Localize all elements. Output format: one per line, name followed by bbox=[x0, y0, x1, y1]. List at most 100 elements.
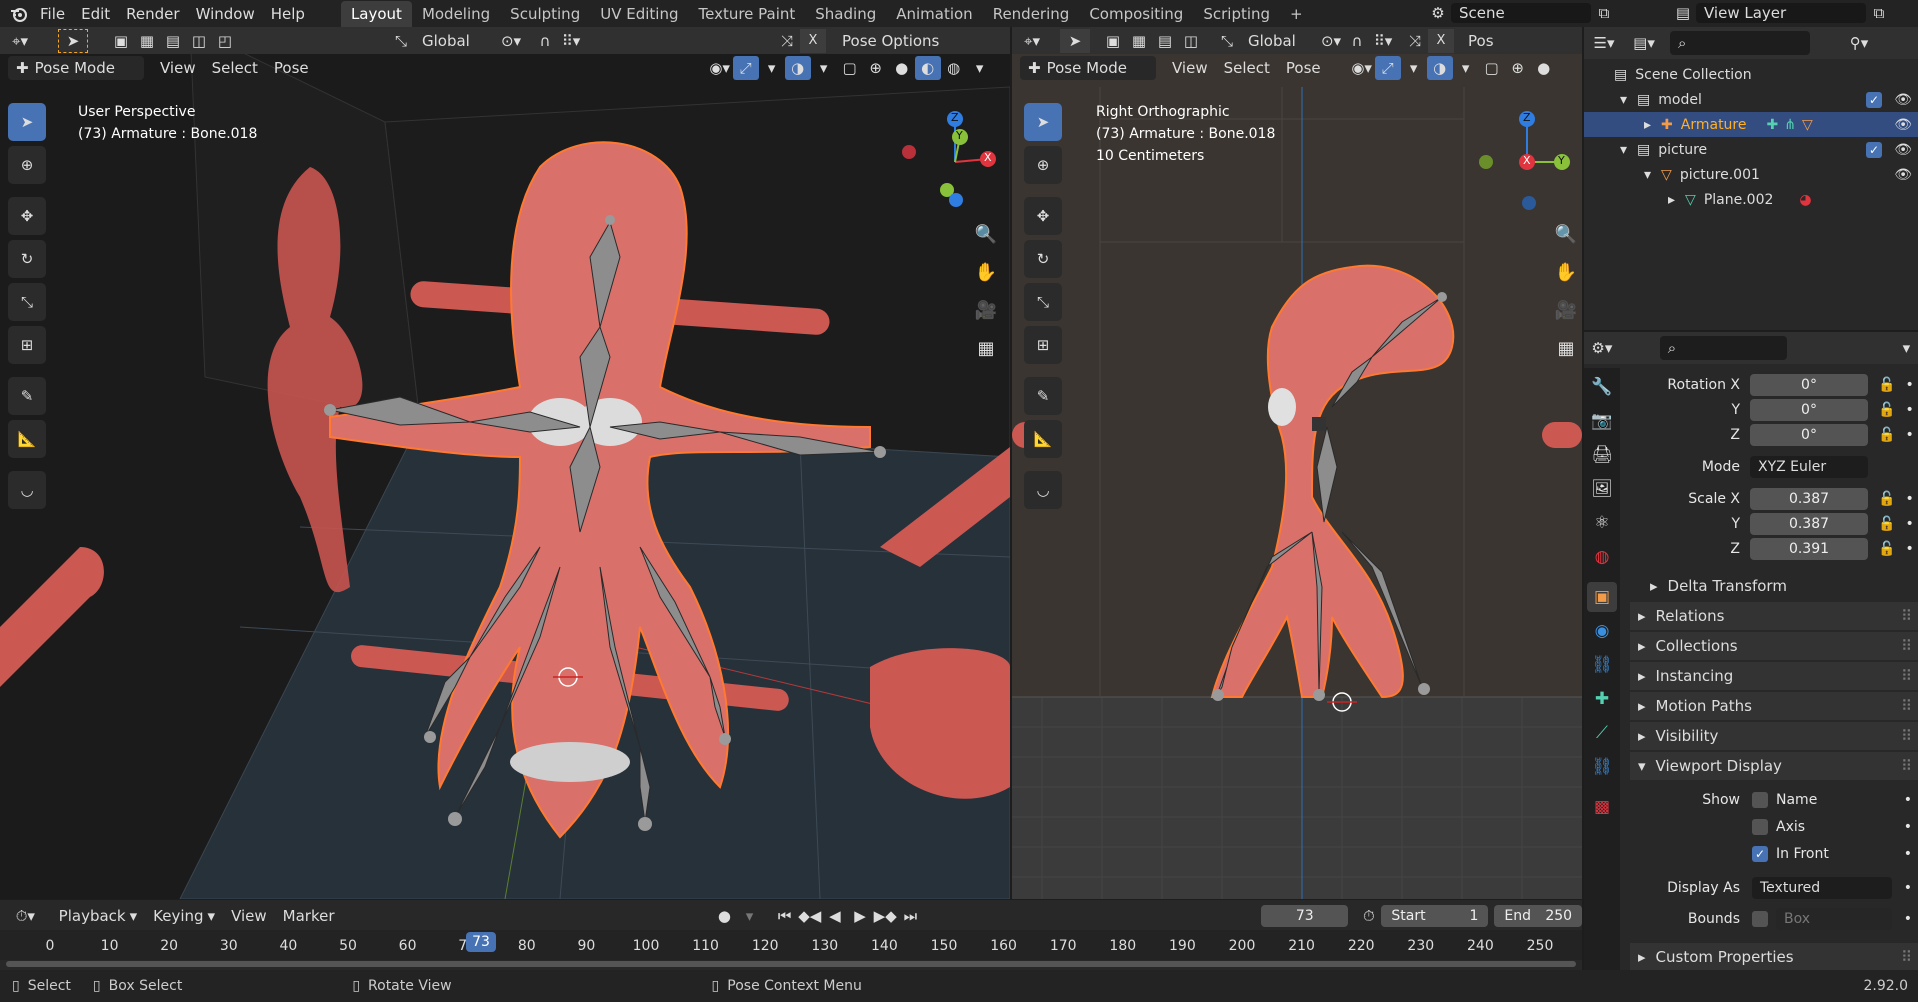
outliner-row-model[interactable]: ▾ ▤ model ✓ 👁 bbox=[1584, 87, 1918, 112]
lock-icon[interactable]: 🔓 bbox=[1878, 402, 1895, 418]
drag-handle-icon[interactable]: ⠿ bbox=[1901, 948, 1912, 966]
xray-icon[interactable]: ▢ bbox=[1479, 56, 1505, 80]
keyframe-dot-icon[interactable]: • bbox=[1904, 911, 1912, 927]
drag-handle-icon[interactable]: ⠿ bbox=[1901, 637, 1912, 655]
solid-shading-icon[interactable]: ● bbox=[889, 56, 915, 80]
wireframe-shading-icon[interactable]: ⊕ bbox=[863, 56, 889, 80]
prev-keyframe-icon[interactable]: ◆◀ bbox=[797, 904, 822, 928]
annotate-tool-icon[interactable]: ✎ bbox=[1024, 377, 1062, 415]
keyframe-dot-icon[interactable]: • bbox=[1904, 880, 1912, 896]
eye-icon[interactable]: 👁 bbox=[1894, 142, 1912, 158]
snap-target-icon[interactable]: ⠿▾ bbox=[1370, 29, 1396, 53]
output-tab-icon[interactable]: 🖨 bbox=[1587, 440, 1617, 470]
annotate-tool-icon[interactable]: ✎ bbox=[8, 377, 46, 415]
chevron-right-icon[interactable]: ▸ bbox=[1644, 117, 1651, 133]
pose-data-icon[interactable]: ✚ bbox=[1767, 117, 1779, 133]
exclude-checkbox[interactable]: ✓ bbox=[1866, 91, 1882, 108]
playhead[interactable]: 73 bbox=[466, 932, 496, 952]
pivot-point-icon[interactable]: ⊙▾ bbox=[498, 29, 524, 53]
snap-target-icon[interactable]: ⠿▾ bbox=[558, 29, 584, 53]
timeline-editor-icon[interactable]: ⏱▾ bbox=[6, 904, 45, 928]
bone-tab-icon[interactable]: ⟋ bbox=[1587, 718, 1617, 748]
tab-sculpting[interactable]: Sculpting bbox=[500, 1, 590, 27]
menu-select[interactable]: Select bbox=[1216, 56, 1278, 80]
selection-mode-subtract-icon[interactable]: ▤ bbox=[1152, 29, 1178, 53]
jump-end-icon[interactable]: ⏭ bbox=[898, 904, 923, 928]
outliner-editor-icon[interactable]: ☰▾ bbox=[1584, 31, 1624, 55]
measure-tool-icon[interactable]: 📐 bbox=[8, 420, 46, 458]
lock-icon[interactable]: 🔓 bbox=[1878, 516, 1895, 532]
menu-pose[interactable]: Pose bbox=[266, 56, 317, 80]
gizmo-dropdown-icon[interactable]: ▾ bbox=[1401, 56, 1427, 80]
keyframe-dot-icon[interactable]: • bbox=[1904, 792, 1912, 808]
scale-x-field[interactable]: 0.387 bbox=[1750, 488, 1868, 510]
chevron-right-icon[interactable]: ▸ bbox=[1668, 192, 1675, 208]
right-nav-gizmo[interactable]: Z Y X bbox=[1472, 107, 1582, 217]
perspective-toggle-icon[interactable]: ▦ bbox=[972, 334, 1000, 362]
gizmo-icon[interactable]: ⤢ bbox=[732, 56, 759, 80]
blender-logo-icon[interactable] bbox=[6, 2, 32, 26]
end-frame-field[interactable]: End 250 bbox=[1494, 905, 1583, 927]
move-tool-icon[interactable]: ✥ bbox=[8, 197, 46, 235]
tweak-tool-icon[interactable]: ➤ bbox=[1024, 103, 1062, 141]
rotation-mode-dropdown[interactable]: XYZ Euler bbox=[1750, 456, 1868, 478]
keyframe-dot-icon[interactable]: • bbox=[1904, 846, 1912, 862]
delta-transform-panel[interactable]: ▸ Delta Transform bbox=[1630, 572, 1918, 600]
transform-tool-icon[interactable]: ⊞ bbox=[1024, 326, 1062, 364]
view-layer-tab-icon[interactable]: 🖼 bbox=[1587, 474, 1617, 504]
menu-select[interactable]: Select bbox=[204, 56, 266, 80]
x-mirror-icon[interactable]: ⤨ bbox=[1402, 29, 1428, 53]
menu-help[interactable]: Help bbox=[263, 2, 313, 26]
rendered-shading-icon[interactable]: ◍ bbox=[941, 56, 967, 80]
keyframe-dot-icon[interactable]: • bbox=[1905, 491, 1913, 507]
overlays-icon[interactable]: ◑ bbox=[1426, 56, 1453, 80]
properties-options-icon[interactable]: ▾ bbox=[1895, 336, 1918, 360]
keying-menu[interactable]: Keying ▾ bbox=[145, 904, 223, 928]
rotation-x-field[interactable]: 0° bbox=[1750, 374, 1868, 396]
view-layer-field[interactable]: View Layer bbox=[1696, 3, 1866, 23]
scale-tool-icon[interactable]: ⤡ bbox=[1024, 283, 1062, 321]
outliner-row-scene-collection[interactable]: ▤ Scene Collection bbox=[1584, 62, 1918, 87]
lock-icon[interactable]: 🔓 bbox=[1878, 491, 1895, 507]
menu-view[interactable]: View bbox=[1164, 56, 1216, 80]
chevron-down-icon[interactable]: ▾ bbox=[1620, 142, 1627, 158]
view-menu[interactable]: View bbox=[223, 904, 275, 928]
keyframe-dot-icon[interactable]: • bbox=[1905, 427, 1913, 443]
breakdowner-tool-icon[interactable]: ◡ bbox=[8, 471, 46, 509]
scene-name-field[interactable]: Scene bbox=[1451, 3, 1591, 23]
pose-options-dropdown[interactable]: Pos bbox=[1460, 28, 1502, 53]
current-frame-field[interactable]: 73 bbox=[1261, 905, 1349, 927]
drag-handle-icon[interactable]: ⠿ bbox=[1901, 757, 1912, 775]
bounds-checkbox[interactable] bbox=[1752, 911, 1768, 927]
solid-shading-icon[interactable]: ● bbox=[1531, 56, 1557, 80]
pan-hand-icon[interactable]: ✋ bbox=[972, 258, 1000, 286]
lock-icon[interactable]: 🔓 bbox=[1878, 377, 1895, 393]
play-reverse-icon[interactable]: ◀ bbox=[822, 904, 847, 928]
lock-icon[interactable]: 🔓 bbox=[1878, 427, 1895, 443]
drag-handle-icon[interactable]: ⠿ bbox=[1901, 667, 1912, 685]
material-icon[interactable]: ◕ bbox=[1799, 192, 1811, 208]
relations-panel[interactable]: ▸ Relations ⠿ bbox=[1630, 602, 1918, 630]
play-icon[interactable]: ▶ bbox=[848, 904, 873, 928]
left-nav-gizmo[interactable]: Z X Y bbox=[900, 107, 1010, 217]
gizmo-icon[interactable]: ⤢ bbox=[1374, 56, 1401, 80]
overlays-icon[interactable]: ◑ bbox=[784, 56, 811, 80]
eye-icon[interactable]: 👁 bbox=[1894, 167, 1912, 183]
transform-orientation-dropdown[interactable]: Global bbox=[1240, 28, 1318, 53]
rotate-tool-icon[interactable]: ↻ bbox=[1024, 240, 1062, 278]
collections-panel[interactable]: ▸ Collections ⠿ bbox=[1630, 632, 1918, 660]
scale-y-field[interactable]: 0.387 bbox=[1750, 513, 1868, 535]
camera-view-icon[interactable]: 🎥 bbox=[1552, 296, 1580, 324]
show-name-checkbox[interactable] bbox=[1752, 792, 1768, 808]
interaction-mode-dropdown[interactable]: ✚ Pose Mode bbox=[1020, 56, 1156, 80]
selection-mode-icon[interactable]: ▣ bbox=[108, 29, 134, 53]
menu-window[interactable]: Window bbox=[188, 2, 263, 26]
transform-tool-icon[interactable]: ⊞ bbox=[8, 326, 46, 364]
bounds-type-dropdown[interactable]: Box bbox=[1776, 908, 1892, 930]
rotation-y-field[interactable]: 0° bbox=[1750, 399, 1868, 421]
selection-mode-subtract-icon[interactable]: ▤ bbox=[160, 29, 186, 53]
new-view-layer-icon[interactable]: ⧉ bbox=[1866, 1, 1892, 25]
drag-handle-icon[interactable]: ⠿ bbox=[1901, 727, 1912, 745]
outliner-search-input[interactable]: ⌕ bbox=[1670, 31, 1810, 55]
start-frame-field[interactable]: Start 1 bbox=[1381, 905, 1489, 927]
